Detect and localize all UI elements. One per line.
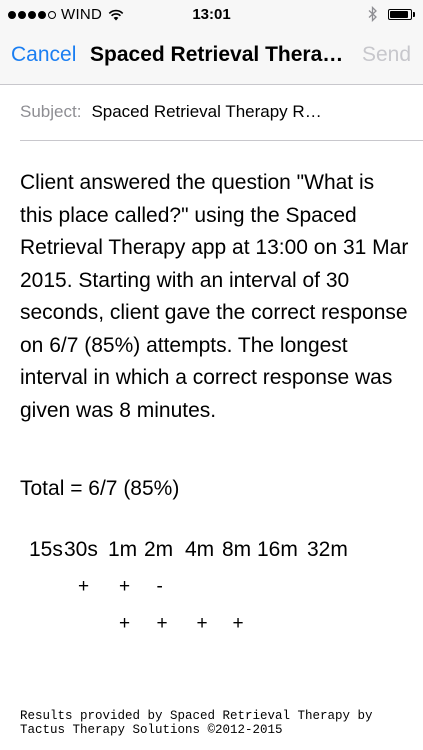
status-time: 13:01 xyxy=(192,6,231,23)
subject-row[interactable]: Subject: Spaced Retrieval Therapy Result… xyxy=(20,84,423,141)
correct-mark: + xyxy=(196,613,208,634)
status-bar: WIND 13:01 xyxy=(0,0,423,30)
message-total: Total = 6/7 (85%) xyxy=(20,477,180,500)
send-button[interactable]: Send xyxy=(362,43,411,67)
bluetooth-icon xyxy=(368,6,377,22)
message-footer: Results provided by Spaced Retrieval The… xyxy=(20,709,373,737)
battery-icon xyxy=(388,8,412,20)
interval-label: 2m xyxy=(144,538,174,561)
correct-mark: + xyxy=(232,613,244,634)
interval-label: 8m xyxy=(222,538,252,561)
nav-title: Spaced Retrieval Therapy Results xyxy=(90,43,345,66)
interval-label: 15s xyxy=(29,538,63,561)
correct-mark: + xyxy=(156,613,168,634)
interval-label: 16m xyxy=(257,538,298,561)
interval-label: 32m xyxy=(307,538,348,561)
interval-label: 1m xyxy=(108,538,138,561)
subject-input[interactable]: Spaced Retrieval Therapy Results xyxy=(91,102,326,122)
correct-mark: + xyxy=(119,613,131,634)
interval-label: 30s xyxy=(64,538,98,561)
battery-cap xyxy=(413,11,415,17)
incorrect-mark: - xyxy=(156,576,163,597)
battery-fill xyxy=(390,10,408,18)
nav-bar: Cancel Spaced Retrieval Therapy Results … xyxy=(0,30,423,85)
correct-mark: + xyxy=(119,576,131,597)
message-body[interactable]: Client answered the question "What is th… xyxy=(20,167,410,427)
subject-label: Subject: xyxy=(20,102,82,121)
cancel-button[interactable]: Cancel xyxy=(11,43,76,67)
interval-label: 4m xyxy=(185,538,215,561)
correct-mark: + xyxy=(78,576,90,597)
status-right xyxy=(368,6,415,22)
